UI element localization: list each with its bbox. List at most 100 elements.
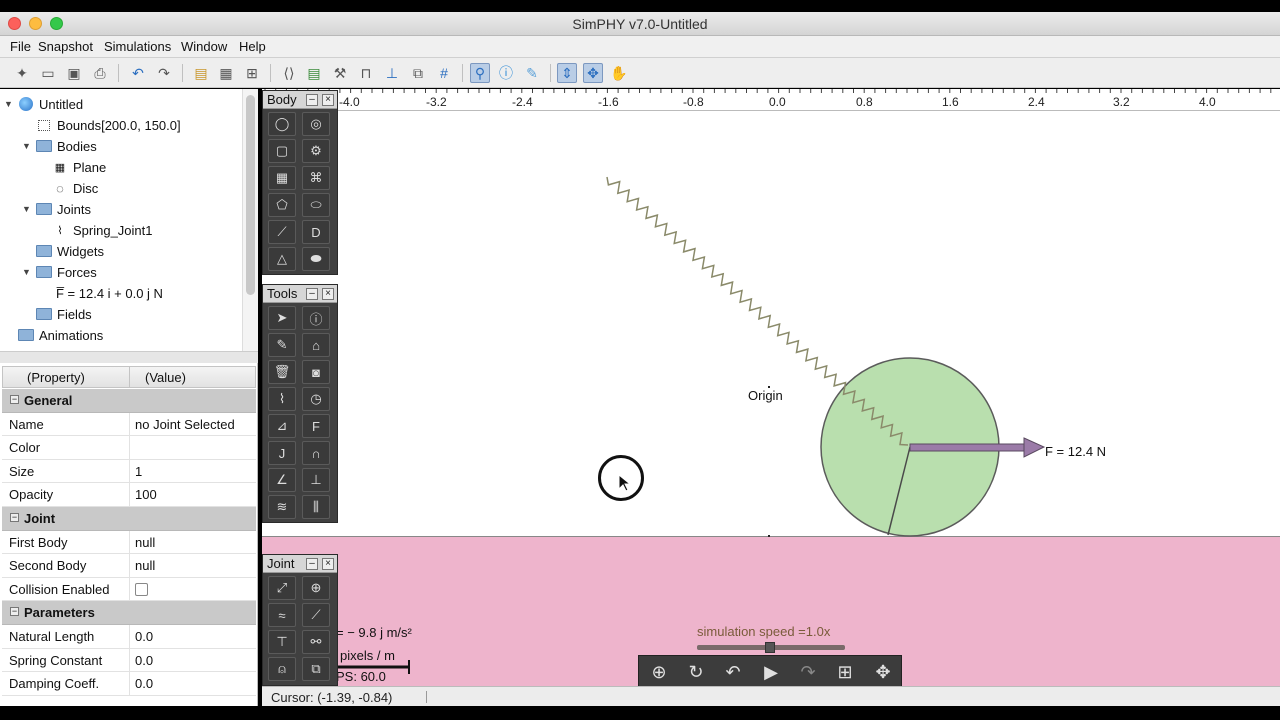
menu-help[interactable]: Help xyxy=(239,39,266,54)
impulse-tool-icon[interactable]: J xyxy=(268,441,296,465)
circle-body-icon[interactable]: ◯ xyxy=(268,112,296,136)
close-palette-button[interactable]: × xyxy=(322,94,334,106)
select-move-icon[interactable]: ✥ xyxy=(583,63,603,83)
menu-file[interactable]: File xyxy=(10,39,31,54)
spring-joint-icon[interactable]: ≈ xyxy=(268,603,296,627)
force-arrow-shaft[interactable] xyxy=(909,443,1025,452)
tree-item-root[interactable]: ▼ Untitled xyxy=(4,94,83,114)
triangle-body-icon[interactable]: △ xyxy=(268,247,296,271)
new-file-icon[interactable]: ✦ xyxy=(12,63,32,83)
tree-item-disc[interactable]: ◌ Disc xyxy=(52,178,98,198)
property-section[interactable]: − Joint xyxy=(2,507,256,531)
property-value[interactable]: no Joint Selected xyxy=(135,417,235,432)
mouse-tool-icon[interactable]: ⌂ xyxy=(302,333,330,357)
graph-tool-icon[interactable]: ⌇ xyxy=(268,387,296,411)
zoom-tool-icon[interactable]: ⇕ xyxy=(557,63,577,83)
property-row[interactable]: Second Body null xyxy=(2,554,256,578)
collapse-section-icon[interactable]: − xyxy=(10,607,19,617)
pen-tool-icon[interactable]: ✎ xyxy=(268,333,296,357)
tiles-icon[interactable]: ⊞ xyxy=(242,63,262,83)
grid-icon[interactable]: # xyxy=(434,63,454,83)
ruler-tool-icon[interactable]: ⊥ xyxy=(302,468,330,492)
gear-joint-icon[interactable]: ⧉ xyxy=(302,657,330,681)
pencil-icon[interactable]: ✎ xyxy=(522,63,542,83)
axes-tool-icon[interactable]: ⊿ xyxy=(268,414,296,438)
scrollbar-thumb[interactable] xyxy=(246,95,255,295)
blob-shape-icon[interactable]: ⬭ xyxy=(302,193,330,217)
property-row[interactable]: Natural Length 0.0 xyxy=(2,625,256,649)
info-tool-icon[interactable]: ⓘ xyxy=(302,306,330,330)
sliders-tool-icon[interactable]: ⫼ xyxy=(302,495,330,519)
play-icon[interactable]: ▶ xyxy=(755,658,787,686)
tree-item-fields[interactable]: Fields xyxy=(22,304,92,324)
property-value[interactable]: null xyxy=(135,558,155,573)
pan-icon[interactable]: ✥ xyxy=(867,658,899,686)
collapse-arrow-icon[interactable]: ▼ xyxy=(22,141,32,151)
spring-joint[interactable] xyxy=(606,176,909,446)
collision-enabled-checkbox[interactable] xyxy=(135,582,148,596)
weld-joint-icon[interactable]: ⊤ xyxy=(268,630,296,654)
property-row[interactable]: First Body null xyxy=(2,530,256,555)
close-palette-button[interactable]: × xyxy=(322,288,334,300)
angle-tool-icon[interactable]: ∠ xyxy=(268,468,296,492)
menu-simulations[interactable]: Simulations xyxy=(104,39,171,54)
grid-toggle-icon[interactable]: ⊞ xyxy=(829,658,861,686)
force-arrow-head[interactable] xyxy=(1023,437,1046,458)
wall-body-icon[interactable]: ▦ xyxy=(268,166,296,190)
tree-item-forces[interactable]: ▼ Forces xyxy=(22,262,97,282)
minimize-palette-button[interactable]: – xyxy=(306,558,318,570)
tree-item-spring-joint[interactable]: ⌇ Spring_Joint1 xyxy=(52,220,152,240)
ring-body-icon[interactable]: ◎ xyxy=(302,112,330,136)
tools-icon[interactable]: ⚒ xyxy=(330,63,350,83)
property-value[interactable]: 0.0 xyxy=(135,676,153,691)
property-row[interactable]: Opacity 100 xyxy=(2,483,256,507)
property-value[interactable]: 0.0 xyxy=(135,629,153,644)
camera-tool-icon[interactable]: ◙ xyxy=(302,360,330,384)
tree-item-animations[interactable]: Animations xyxy=(18,325,103,345)
open-folder-icon[interactable]: ▭ xyxy=(38,63,58,83)
info-icon[interactable]: ⓘ xyxy=(496,63,516,83)
redo-icon[interactable]: ↷ xyxy=(154,63,174,83)
layers-icon[interactable]: ▦ xyxy=(216,63,236,83)
motor-joint-icon[interactable]: ⍝ xyxy=(268,657,296,681)
tree-item-joints[interactable]: ▼ Joints xyxy=(22,199,91,219)
save-icon[interactable]: ▣ xyxy=(64,63,84,83)
property-value[interactable]: null xyxy=(135,535,155,550)
collapse-section-icon[interactable]: − xyxy=(10,513,19,522)
property-section[interactable]: − General xyxy=(2,389,256,413)
tree-item-force-f[interactable]: F̅ = 12.4 i + 0.0 j N xyxy=(56,283,163,303)
property-row[interactable]: Collision Enabled xyxy=(2,577,256,602)
undo-icon[interactable]: ↶ xyxy=(128,63,148,83)
collapse-section-icon[interactable]: − xyxy=(10,395,19,404)
simulation-canvas[interactable]: -4.0 -3.2 -2.4 -1.6 -0.8 0.0 0.8 1.6 2.4… xyxy=(262,89,1280,686)
path-body-icon[interactable]: ⟋ xyxy=(268,220,296,244)
snapshot-camera-icon[interactable]: ⧉ xyxy=(408,63,428,83)
property-row[interactable]: Name no Joint Selected xyxy=(2,412,256,437)
tree-item-bounds[interactable]: Bounds[200.0, 150.0] xyxy=(36,115,181,135)
rope-joint-icon[interactable]: ⟋ xyxy=(302,603,330,627)
open-snapshot-icon[interactable]: ▤ xyxy=(191,63,211,83)
print-icon[interactable]: ⎙ xyxy=(90,63,110,83)
property-value[interactable]: 100 xyxy=(135,487,157,502)
pulley-joint-icon[interactable]: ⚯ xyxy=(302,630,330,654)
step-forward-icon[interactable]: ↷ xyxy=(792,658,824,686)
collapse-arrow-icon[interactable]: ▼ xyxy=(22,267,32,277)
ruler-icon[interactable]: ⊓ xyxy=(356,63,376,83)
hand-icon[interactable]: ✋ xyxy=(609,63,629,83)
property-row[interactable]: Damping Coeff. 0.0 xyxy=(2,672,256,696)
close-palette-button[interactable]: × xyxy=(322,558,334,570)
reset-icon[interactable]: ↻ xyxy=(680,658,712,686)
property-row[interactable]: Color xyxy=(2,436,256,460)
rectangle-body-icon[interactable]: ▢ xyxy=(268,139,296,163)
curve-tool-icon[interactable]: ∩ xyxy=(302,441,330,465)
revolute-joint-icon[interactable]: ⊕ xyxy=(302,576,330,600)
tree-item-plane[interactable]: ▦ Plane xyxy=(52,157,106,177)
d-shape-icon[interactable]: D xyxy=(302,220,330,244)
axes-icon[interactable]: ⊥ xyxy=(382,63,402,83)
value-column-header[interactable]: (Value) xyxy=(145,370,186,385)
tree-item-bodies[interactable]: ▼ Bodies xyxy=(22,136,97,156)
property-row[interactable]: Size 1 xyxy=(2,459,256,484)
gear-body-icon[interactable]: ⚙ xyxy=(302,139,330,163)
force-tool-icon[interactable]: F xyxy=(302,414,330,438)
collapse-arrow-icon[interactable]: ▼ xyxy=(22,204,32,214)
